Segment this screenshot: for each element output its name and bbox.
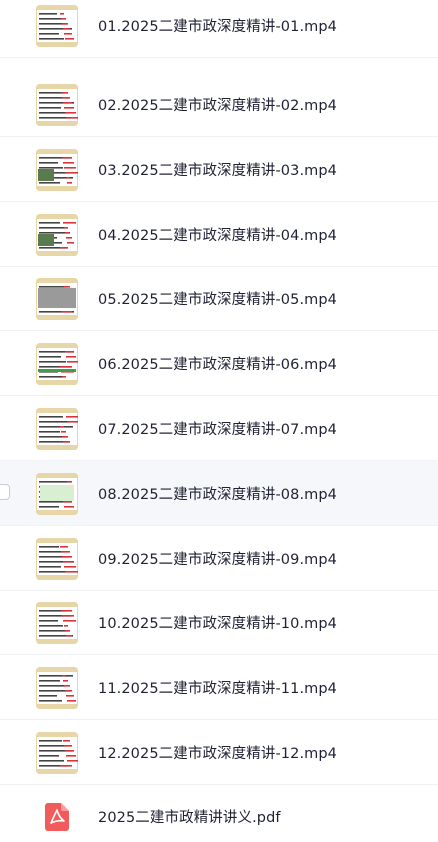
video-thumbnail-icon (36, 84, 78, 126)
pdf-file-icon (45, 803, 69, 831)
video-thumbnail-icon (36, 732, 78, 774)
file-list: 01.2025二建市政深度精讲-01.mp4 02.2025二建市政深度精讲-02… (0, 0, 438, 842)
file-name: 07.2025二建市政深度精讲-07.mp4 (98, 422, 338, 438)
file-row[interactable]: 02.2025二建市政深度精讲-02.mp4 (0, 72, 438, 137)
video-thumbnail-icon (36, 667, 78, 709)
file-row[interactable]: 2025二建市政精讲讲义.pdf (0, 784, 438, 842)
file-row[interactable]: 04.2025二建市政深度精讲-04.mp4 (0, 202, 438, 267)
video-thumbnail-icon (36, 473, 78, 515)
file-row[interactable]: 12.2025二建市政深度精讲-12.mp4 (0, 720, 438, 785)
video-thumbnail-icon (36, 602, 78, 644)
file-name: 08.2025二建市政深度精讲-08.mp4 (98, 487, 338, 503)
file-name: 04.2025二建市政深度精讲-04.mp4 (98, 228, 338, 244)
video-thumbnail-icon (36, 538, 78, 580)
file-row[interactable]: 09.2025二建市政深度精讲-09.mp4 (0, 526, 438, 591)
file-name: 2025二建市政精讲讲义.pdf (98, 810, 281, 826)
video-thumbnail-icon (36, 278, 78, 320)
file-name: 12.2025二建市政深度精讲-12.mp4 (98, 746, 338, 762)
video-thumbnail-icon (36, 343, 78, 385)
file-name: 06.2025二建市政深度精讲-06.mp4 (98, 357, 338, 373)
file-name: 03.2025二建市政深度精讲-03.mp4 (98, 163, 338, 179)
file-name: 01.2025二建市政深度精讲-01.mp4 (98, 19, 338, 35)
file-row[interactable]: 05.2025二建市政深度精讲-05.mp4 (0, 266, 438, 331)
video-thumbnail-icon (36, 5, 78, 47)
file-name: 11.2025二建市政深度精讲-11.mp4 (98, 681, 338, 697)
file-name: 02.2025二建市政深度精讲-02.mp4 (98, 98, 338, 114)
video-thumbnail-icon (36, 149, 78, 191)
video-thumbnail-icon (36, 408, 78, 450)
video-thumbnail-icon (36, 214, 78, 256)
file-row[interactable]: 03.2025二建市政深度精讲-03.mp4 (0, 137, 438, 202)
file-row[interactable]: 08.2025二建市政深度精讲-08.mp4 (0, 461, 438, 526)
file-name: 05.2025二建市政深度精讲-05.mp4 (98, 292, 338, 308)
file-row[interactable]: 01.2025二建市政深度精讲-01.mp4 (0, 0, 438, 58)
file-row[interactable]: 10.2025二建市政深度精讲-10.mp4 (0, 590, 438, 655)
file-row[interactable]: 07.2025二建市政深度精讲-07.mp4 (0, 396, 438, 461)
file-name: 10.2025二建市政深度精讲-10.mp4 (98, 616, 338, 632)
file-name: 09.2025二建市政深度精讲-09.mp4 (98, 552, 338, 568)
file-row[interactable]: 11.2025二建市政深度精讲-11.mp4 (0, 655, 438, 720)
file-row[interactable]: 06.2025二建市政深度精讲-06.mp4 (0, 331, 438, 396)
row-checkbox[interactable] (0, 484, 10, 500)
